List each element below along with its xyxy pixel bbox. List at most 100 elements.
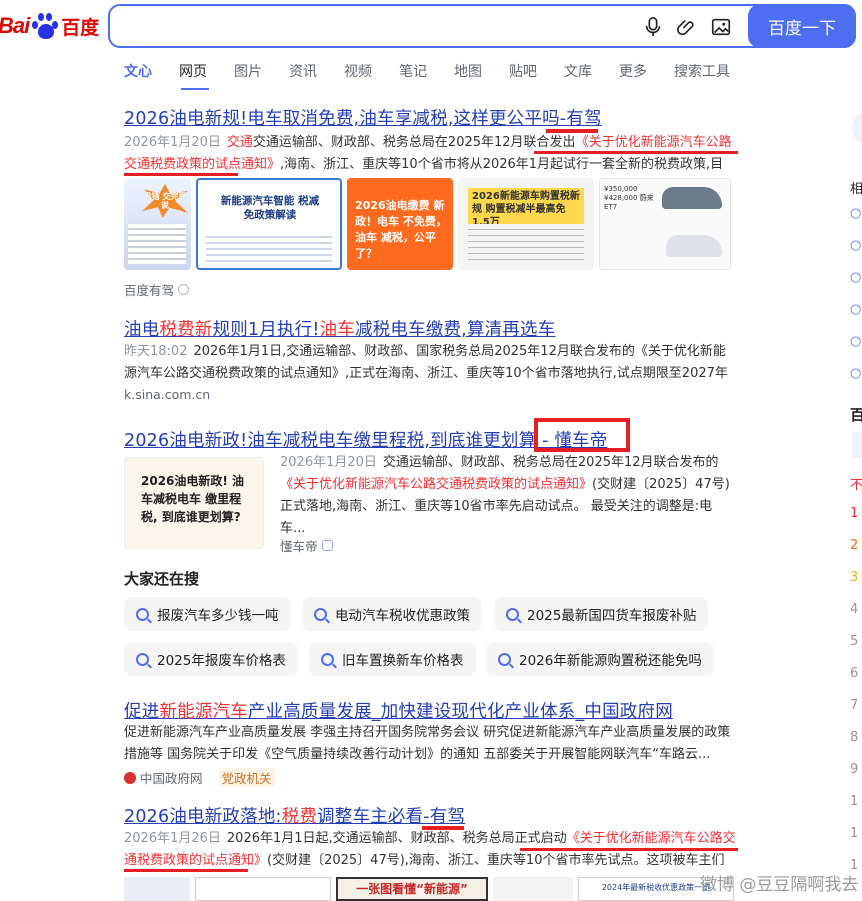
sidebar-rank: 1 <box>850 506 859 521</box>
sidebar-rank: 1 <box>850 826 859 841</box>
sidebar-rank: 6 <box>850 666 859 681</box>
related-search-item[interactable]: 2025年报废车价格表 <box>124 642 298 676</box>
gov-emblem-icon <box>124 771 136 784</box>
search-button[interactable]: 百度一下 <box>748 4 856 48</box>
related-search-item[interactable]: 旧车置换新车价格表 <box>309 642 476 676</box>
search-icon <box>506 607 519 621</box>
chip-label: 2026年新能源购置税还能免吗 <box>519 653 702 669</box>
tab-video[interactable]: 视频 <box>344 62 372 82</box>
thumbnail-image[interactable] <box>124 877 190 901</box>
thumbnail-image[interactable]: 2026油电缴费 新政！电车 不免费，油车 减税，公平了？ <box>347 178 453 270</box>
image-search-icon[interactable] <box>710 16 732 38</box>
related-searches-title: 大家还在搜 <box>124 570 200 588</box>
tab-web[interactable]: 网页 <box>179 62 207 82</box>
result-title-1[interactable]: 2026油电新规!电车取消免费,油车享减税,这样更公平吗-有驾 <box>124 105 602 130</box>
baidu-logo[interactable]: Bai 百度 <box>0 8 99 44</box>
thumbnail-image[interactable]: 2026新能源车购置税新规 购置税减半最高免1.5万 <box>458 178 594 270</box>
sidebar-fragment[interactable]: ○ <box>850 366 861 381</box>
sidebar-rank: 7 <box>850 698 859 713</box>
sidebar-fragment[interactable]: ○ <box>850 238 861 253</box>
search-icon <box>498 652 511 666</box>
result-date: 昨天18:02 <box>124 344 188 359</box>
result-snippet-2: 昨天18:02 2026年1月1日,交通运输部、财政部、国家税务总局2025年12… <box>124 341 736 385</box>
result-thumbnails-5: 一张图看懂“新能源” 2024年最新税收优惠政策一览 <box>124 877 736 901</box>
snippet-text: 2026年1月1日起,交通运输部、财政部、税务总局正式启动 <box>226 831 567 846</box>
sidebar-fragment: 相 <box>850 182 862 197</box>
annotation-underline <box>520 848 738 851</box>
sidebar-rank: 5 <box>850 634 859 649</box>
snippet-text: 促进新能源汽车产业高质量发展 李强主持召开国务院常务会议 研究促进新能源汽车产业… <box>124 725 731 762</box>
sidebar-rank: 3 <box>850 570 859 585</box>
tab-map[interactable]: 地图 <box>454 62 482 82</box>
result-title-2[interactable]: 油电税费新规则1月执行!油车减税电车缴费,算清再选车 <box>124 316 555 341</box>
sidebar-rank: 8 <box>850 730 859 745</box>
result-title-4[interactable]: 促进新能源汽车产业高质量发展_加快建设现代化产业体系_中国政府网 <box>124 698 673 723</box>
source-name[interactable]: 百度有驾 <box>124 280 174 299</box>
result-date: 2026年1月26日 <box>124 831 221 846</box>
sidebar-fragment[interactable]: ○ <box>850 270 861 285</box>
tab-notes[interactable]: 笔记 <box>399 62 427 82</box>
source-url[interactable]: k.sina.com.cn <box>124 387 210 402</box>
search-tabs: 文心 网页 图片 资讯 视频 笔记 地图 贴吧 文库 更多 搜索工具 <box>124 62 757 90</box>
sidebar-rank: 2 <box>850 538 859 553</box>
thumbnail-caption[interactable]: 一张图看懂“新能源” <box>336 877 488 901</box>
sidebar-fragment[interactable]: ○ <box>850 206 861 221</box>
weibo-watermark: 微博 @豆豆隔啊我去 <box>700 875 859 895</box>
sidebar-rank: 1 <box>850 794 859 809</box>
source-name[interactable]: 中国政府网 <box>140 768 203 787</box>
attachment-icon[interactable] <box>676 16 698 38</box>
sidebar-button[interactable] <box>852 112 862 144</box>
thumbnail-image[interactable]: 没错 交完再说 <box>124 178 191 270</box>
search-icon <box>321 652 334 666</box>
annotation-underline <box>124 173 238 176</box>
related-search-item[interactable]: 2025最新国四货车报废补贴 <box>494 597 709 631</box>
snippet-text: 交通运输部、财政部、税务总局在2025年12月联合发出 <box>252 135 576 150</box>
annotation-underline <box>534 151 738 154</box>
tab-news[interactable]: 资讯 <box>289 62 317 82</box>
logo-text-cn: 百度 <box>61 16 100 39</box>
result-source-1: 百度有驾 <box>124 280 190 299</box>
related-search-item[interactable]: 报废汽车多少钱一吨 <box>124 597 291 631</box>
chip-label: 报废汽车多少钱一吨 <box>157 608 279 624</box>
info-icon[interactable] <box>178 284 190 295</box>
tab-search-tools[interactable]: 搜索工具 <box>674 62 730 82</box>
thumbnail-image[interactable] <box>493 877 573 901</box>
chip-label: 2025最新国四货车报废补贴 <box>527 608 697 624</box>
sidebar-fragment: 百 <box>850 406 862 424</box>
chip-label: 电动汽车税收优惠政策 <box>335 608 470 624</box>
result-source-3: 懂车帝 <box>280 536 333 555</box>
result-title-5[interactable]: 2026油电新政落地:税费调整车主必看-有驾 <box>124 803 465 828</box>
search-input[interactable] <box>122 12 602 42</box>
sidebar-fragment: 不 <box>850 478 862 493</box>
thumbnail-image[interactable]: ¥350,000 ¥428,000 蔚来ET7 <box>599 178 731 270</box>
related-search-item[interactable]: 电动汽车税收优惠政策 <box>302 597 482 631</box>
sidebar-rank: 4 <box>850 602 859 617</box>
tab-tieba[interactable]: 贴吧 <box>509 62 537 82</box>
tab-images[interactable]: 图片 <box>234 62 262 82</box>
verified-icon <box>321 540 333 551</box>
sidebar-fragment[interactable]: ○ <box>850 334 861 349</box>
result-source-4: 中国政府网 党政机关 <box>124 768 275 787</box>
snippet-text: 2026年1月1日,交通运输部、财政部、国家税务总局2025年12月联合发布的《… <box>124 344 728 381</box>
result-date: 2026年1月20日 <box>124 135 221 150</box>
tab-wenxin[interactable]: 文心 <box>124 62 152 82</box>
microphone-icon[interactable] <box>642 16 664 38</box>
tab-more[interactable]: 更多 <box>619 62 647 82</box>
result-date: 2026年1月20日 <box>280 455 377 470</box>
tab-wenku[interactable]: 文库 <box>564 62 592 82</box>
source-name[interactable]: 懂车帝 <box>280 536 318 555</box>
snippet-text: 交通运输部、财政部、税务总局在2025年12月联合发布的 <box>382 455 719 470</box>
thumbnail-image[interactable]: 新能源汽车智能 税减免政策解读 <box>196 178 342 270</box>
thumbnail-caption: 新能源汽车智能 税减免政策解读 <box>220 195 320 221</box>
paw-icon <box>30 11 60 41</box>
sidebar-fragment[interactable] <box>852 432 862 458</box>
thumbnail-caption: ¥350,000 ¥428,000 蔚来ET7 <box>604 185 654 211</box>
sidebar-fragment[interactable]: ○ <box>850 302 861 317</box>
chip-label: 旧车置换新车价格表 <box>342 653 464 669</box>
thumbnail-image[interactable]: 2026油电新政! 油车减税电车 缴里程税, 到底谁更划算? <box>124 457 264 549</box>
search-box[interactable]: 百度一下 <box>108 4 856 48</box>
search-icon <box>136 607 149 621</box>
result-source-2: k.sina.com.cn <box>124 387 210 402</box>
thumbnail-image[interactable] <box>195 877 331 901</box>
related-search-item[interactable]: 2026年新能源购置税还能免吗 <box>486 642 714 676</box>
